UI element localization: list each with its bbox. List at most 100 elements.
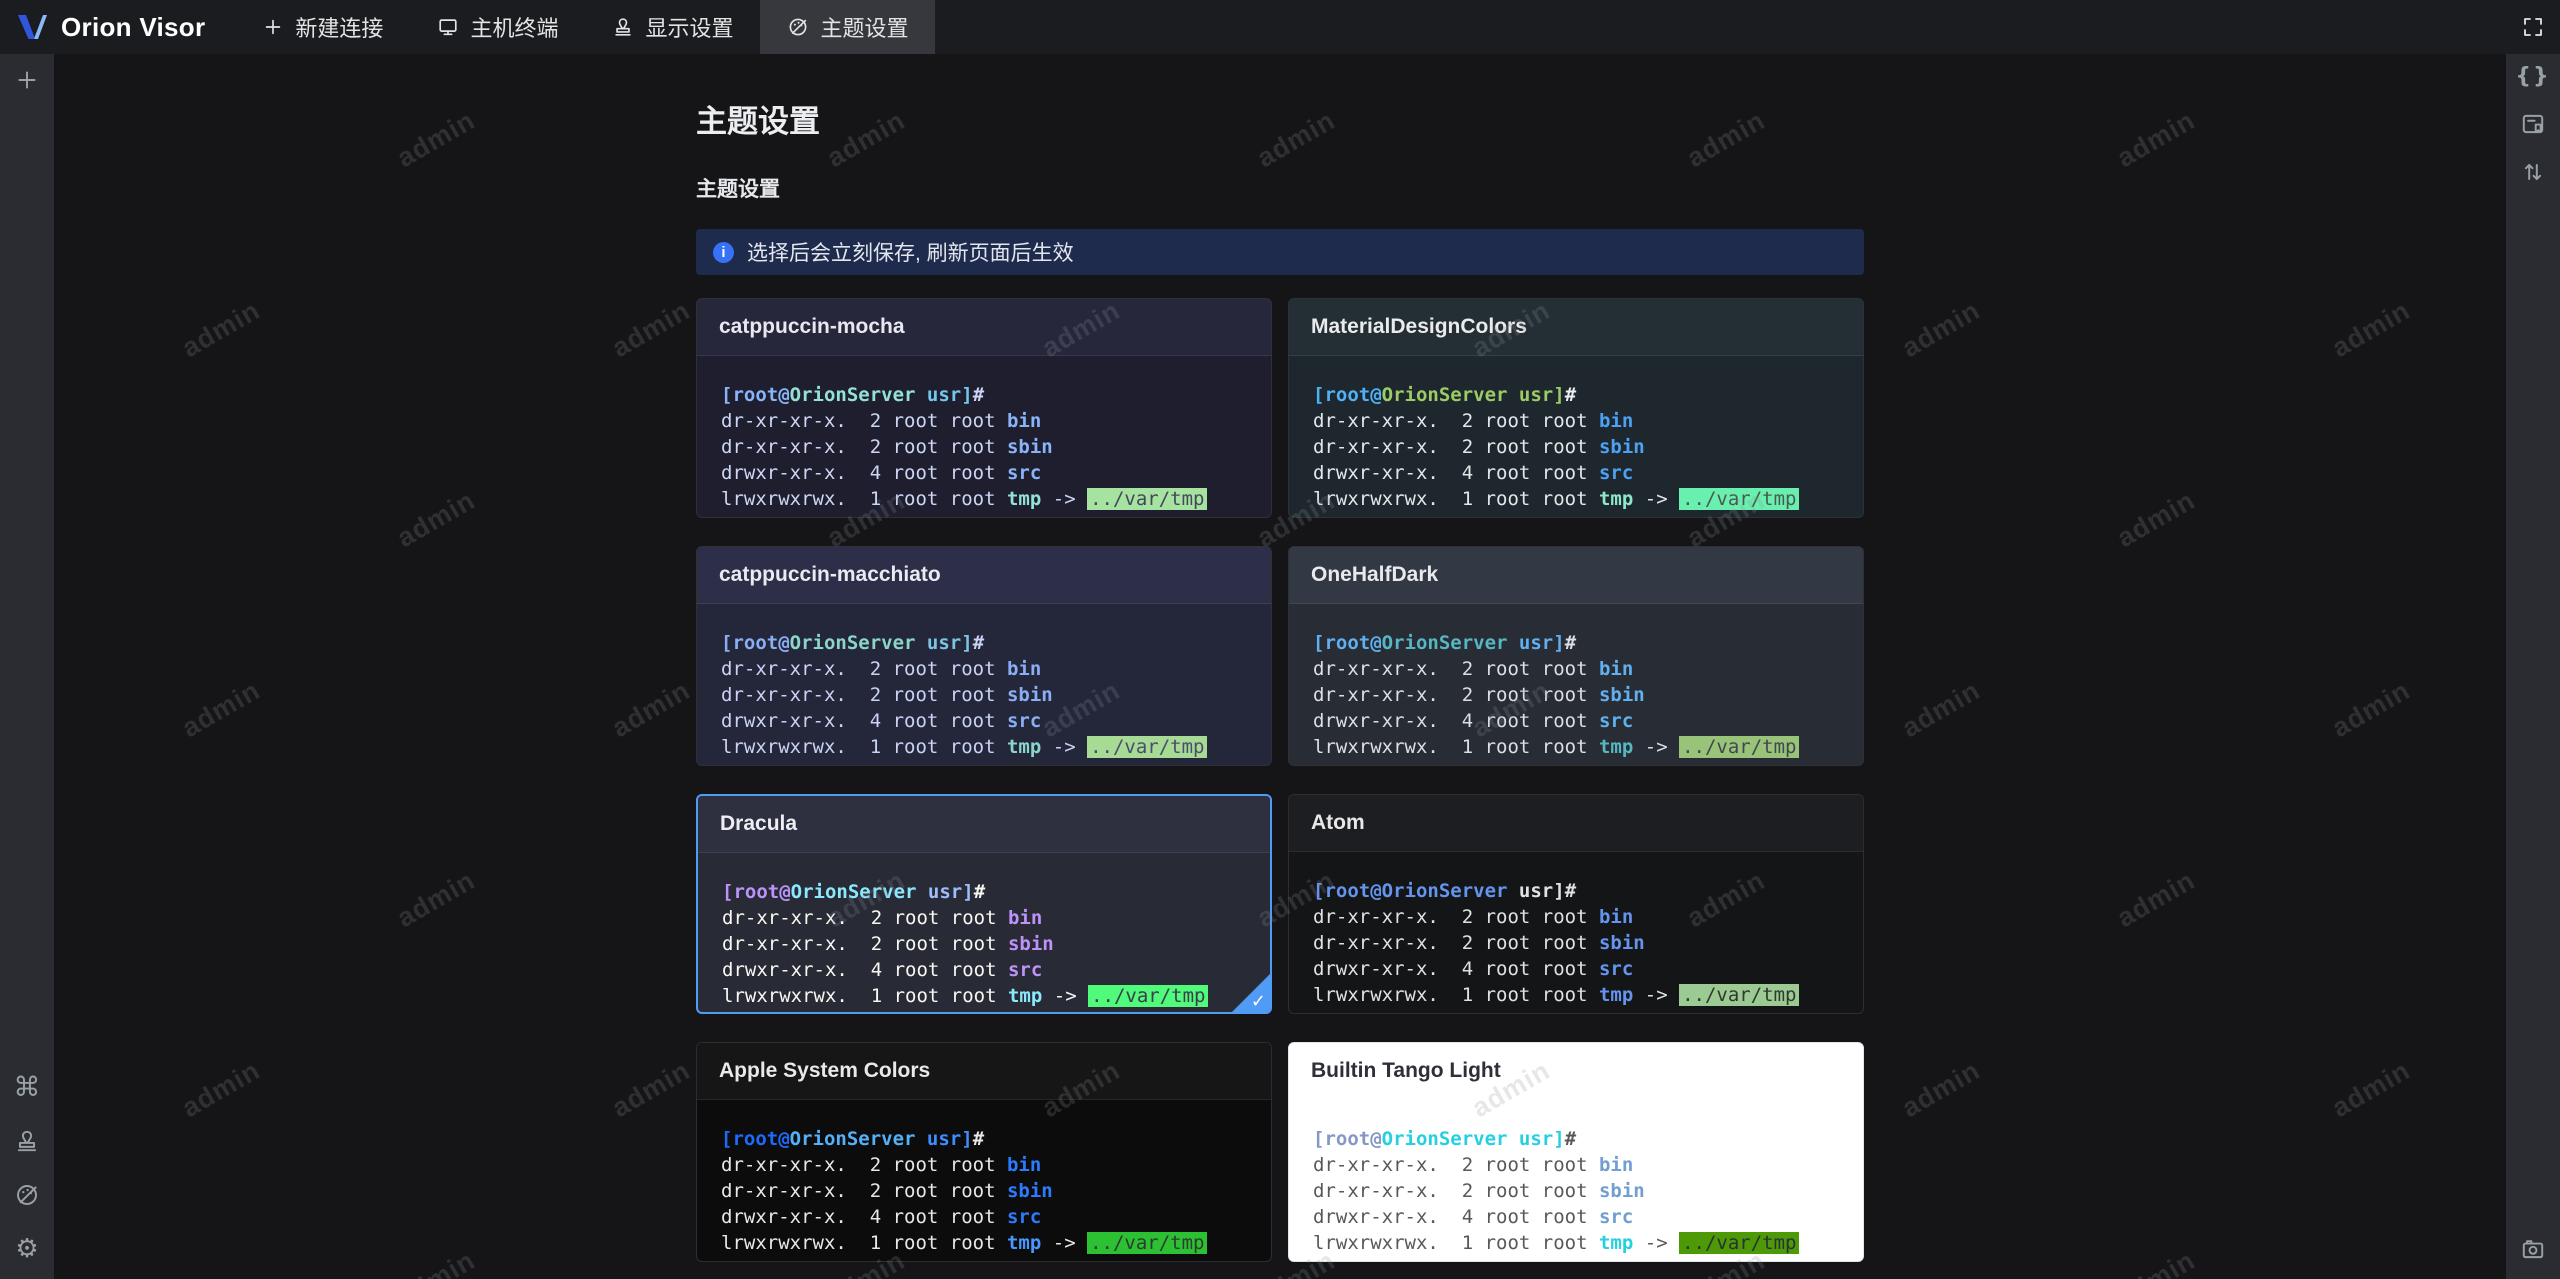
watermark-text: admin <box>176 1054 266 1124</box>
terminal-preview: [root@OrionServer usr]# dr-xr-xr-x. 2 ro… <box>698 853 1270 1012</box>
watermark-text: admin <box>606 674 696 744</box>
brand: Orion Visor <box>0 9 235 45</box>
gear-icon: ⚙ <box>15 1234 39 1264</box>
theme-card-header: catppuccin-mocha <box>697 299 1271 356</box>
terminal-line: dr-xr-xr-x. 2 root root bin <box>722 907 1043 929</box>
terminal-preview: [root@OrionServer usr]# dr-xr-xr-x. 2 ro… <box>1289 604 1863 765</box>
theme-card-atom[interactable]: Atom [root@OrionServer usr]# dr-xr-xr-x.… <box>1288 794 1864 1014</box>
terminal-line: dr-xr-xr-x. 2 root root sbin <box>1313 684 1645 706</box>
terminal-line: dr-xr-xr-x. 2 root root sbin <box>721 1180 1053 1202</box>
theme-name: Atom <box>1311 811 1365 834</box>
terminal-line: dr-xr-xr-x. 2 root root bin <box>1313 658 1634 680</box>
theme-card-apple-system-colors[interactable]: Apple System Colors [root@OrionServer us… <box>696 1042 1272 1262</box>
terminal-line: dr-xr-xr-x. 2 root root sbin <box>721 436 1053 458</box>
terminal-line: drwxr-xr-x. 4 root root src <box>1313 462 1634 484</box>
left-rail: ⌘ ⚙ <box>0 54 54 1279</box>
app-title: Orion Visor <box>61 11 206 42</box>
info-alert: i 选择后会立刻保存, 刷新页面后生效 <box>696 229 1864 275</box>
terminal-line: drwxr-xr-x. 4 root root src <box>721 462 1042 484</box>
terminal-symlink-line: lrwxrwxrwx. 1 root root tmp -> ../var/tm… <box>721 734 1247 760</box>
page-title: 主题设置 <box>696 104 820 139</box>
watermark-text: admin <box>2111 484 2201 554</box>
watermark-text: admin <box>391 484 481 554</box>
terminal-symlink-line: lrwxrwxrwx. 1 root root tmp -> ../var/tm… <box>1313 734 1839 760</box>
terminal-symlink-line: lrwxrwxrwx. 1 root root tmp -> ../var/tm… <box>1313 1230 1839 1256</box>
main-content: 主题设置 主题设置 i 选择后会立刻保存, 刷新页面后生效 catppuccin… <box>54 54 2506 1279</box>
theme-card-onehalfdark[interactable]: OneHalfDark [root@OrionServer usr]# dr-x… <box>1288 546 1864 766</box>
tab-new-connection[interactable]: 新建连接 <box>235 0 410 54</box>
command-icon: ⌘ <box>13 1071 41 1103</box>
monitor-icon <box>439 19 458 36</box>
info-icon: i <box>713 241 734 263</box>
terminal-line: dr-xr-xr-x. 2 root root sbin <box>722 933 1054 955</box>
theme-card-header: Apple System Colors <box>697 1043 1271 1100</box>
settings-button[interactable]: ⚙ <box>7 1234 47 1264</box>
theme-card-catppuccin-mocha[interactable]: catppuccin-mocha [root@OrionServer usr]#… <box>696 298 1272 518</box>
terminal-line: dr-xr-xr-x. 2 root root bin <box>721 1154 1042 1176</box>
terminal-symlink-line: lrwxrwxrwx. 1 root root tmp -> ../var/tm… <box>721 486 1247 512</box>
shortcut-keys-button[interactable]: ⌘ <box>7 1071 47 1103</box>
transfer-button[interactable] <box>2513 158 2553 186</box>
terminal-preview: [root@OrionServer usr]# dr-xr-xr-x. 2 ro… <box>1289 356 1863 517</box>
watermark-text: admin <box>391 864 481 934</box>
terminal-line: drwxr-xr-x. 4 root root src <box>1313 958 1634 980</box>
terminal-symlink-line: lrwxrwxrwx. 1 root root tmp -> ../var/tm… <box>721 1230 1247 1256</box>
stamp-icon <box>17 1130 37 1152</box>
terminal-preview: [root@OrionServer usr]# dr-xr-xr-x. 2 ro… <box>697 356 1271 517</box>
theme-card-materialdesigncolors[interactable]: MaterialDesignColors [root@OrionServer u… <box>1288 298 1864 518</box>
watermark-text: admin <box>606 1054 696 1124</box>
braces-icon: {} <box>2515 63 2551 89</box>
terminal-line: dr-xr-xr-x. 2 root root sbin <box>1313 436 1645 458</box>
plus-icon <box>266 19 281 35</box>
tab-display-settings[interactable]: 显示设置 <box>585 0 760 54</box>
camera-icon <box>2522 1240 2544 1259</box>
terminal-prompt-line: [root@OrionServer usr]# <box>1313 880 1577 902</box>
terminal-symlink-line: lrwxrwxrwx. 1 root root tmp -> ../var/tm… <box>1313 486 1839 512</box>
variables-button[interactable]: {} <box>2513 62 2553 90</box>
right-rail: {} <box>2506 54 2560 1279</box>
snippets-button[interactable] <box>2513 110 2553 138</box>
theme-card-dracula[interactable]: Dracula [root@OrionServer usr]# dr-xr-xr… <box>696 794 1272 1014</box>
watermark-text: admin <box>176 294 266 364</box>
top-bar: Orion Visor 新建连接 主机终端 显示设置 主题设置 <box>0 0 2560 54</box>
screenshot-button[interactable] <box>2513 1235 2553 1263</box>
terminal-symlink-line: lrwxrwxrwx. 1 root root tmp -> ../var/tm… <box>1313 982 1839 1008</box>
check-icon: ✓ <box>1250 991 1266 1012</box>
terminal-line: drwxr-xr-x. 4 root root src <box>1313 1206 1634 1228</box>
watermark-text: admin <box>606 294 696 364</box>
theme-settings-button[interactable] <box>7 1181 47 1209</box>
palette-icon <box>790 18 807 36</box>
fullscreen-button[interactable] <box>2506 0 2560 54</box>
terminal-line: dr-xr-xr-x. 2 root root bin <box>1313 906 1634 928</box>
plus-icon <box>18 71 36 89</box>
watermark-text: admin <box>2111 864 2201 934</box>
watermark-text: admin <box>2111 104 2201 174</box>
main-tabs: 新建连接 主机终端 显示设置 主题设置 <box>235 0 936 54</box>
tab-host-terminal[interactable]: 主机终端 <box>410 0 585 54</box>
theme-card-header: OneHalfDark <box>1289 547 1863 604</box>
theme-card-header: Atom <box>1289 795 1863 852</box>
stamp-icon <box>615 18 632 36</box>
theme-name: Dracula <box>720 812 798 835</box>
section-title: 主题设置 <box>696 178 780 201</box>
watermark-text: admin <box>1896 674 1986 744</box>
terminal-prompt-line: [root@OrionServer usr]# <box>722 881 986 903</box>
terminal-preview: [root@OrionServer usr]# dr-xr-xr-x. 2 ro… <box>1289 1100 1863 1261</box>
watermark-text: admin <box>2326 674 2416 744</box>
alert-text: 选择后会立刻保存, 刷新页面后生效 <box>747 242 1074 265</box>
terminal-preview: [root@OrionServer usr]# dr-xr-xr-x. 2 ro… <box>1289 852 1863 1013</box>
watermark-text: admin <box>2326 294 2416 364</box>
terminal-prompt-line: [root@OrionServer usr]# <box>721 1128 985 1150</box>
theme-card-header: Builtin Tango Light <box>1289 1043 1863 1100</box>
theme-card-catppuccin-macchiato[interactable]: catppuccin-macchiato [root@OrionServer u… <box>696 546 1272 766</box>
theme-card-builtin-tango-light[interactable]: Builtin Tango Light [root@OrionServer us… <box>1288 1042 1864 1262</box>
terminal-preview: [root@OrionServer usr]# dr-xr-xr-x. 2 ro… <box>697 604 1271 765</box>
tab-theme-settings[interactable]: 主题设置 <box>760 0 936 54</box>
new-tab-button[interactable] <box>7 66 47 94</box>
terminal-prompt-line: [root@OrionServer usr]# <box>1313 384 1577 406</box>
terminal-line: dr-xr-xr-x. 2 root root bin <box>721 658 1042 680</box>
terminal-prompt-line: [root@OrionServer usr]# <box>721 632 985 654</box>
theme-card-header: MaterialDesignColors <box>1289 299 1863 356</box>
display-settings-button[interactable] <box>7 1127 47 1155</box>
watermark-text: admin <box>391 104 481 174</box>
